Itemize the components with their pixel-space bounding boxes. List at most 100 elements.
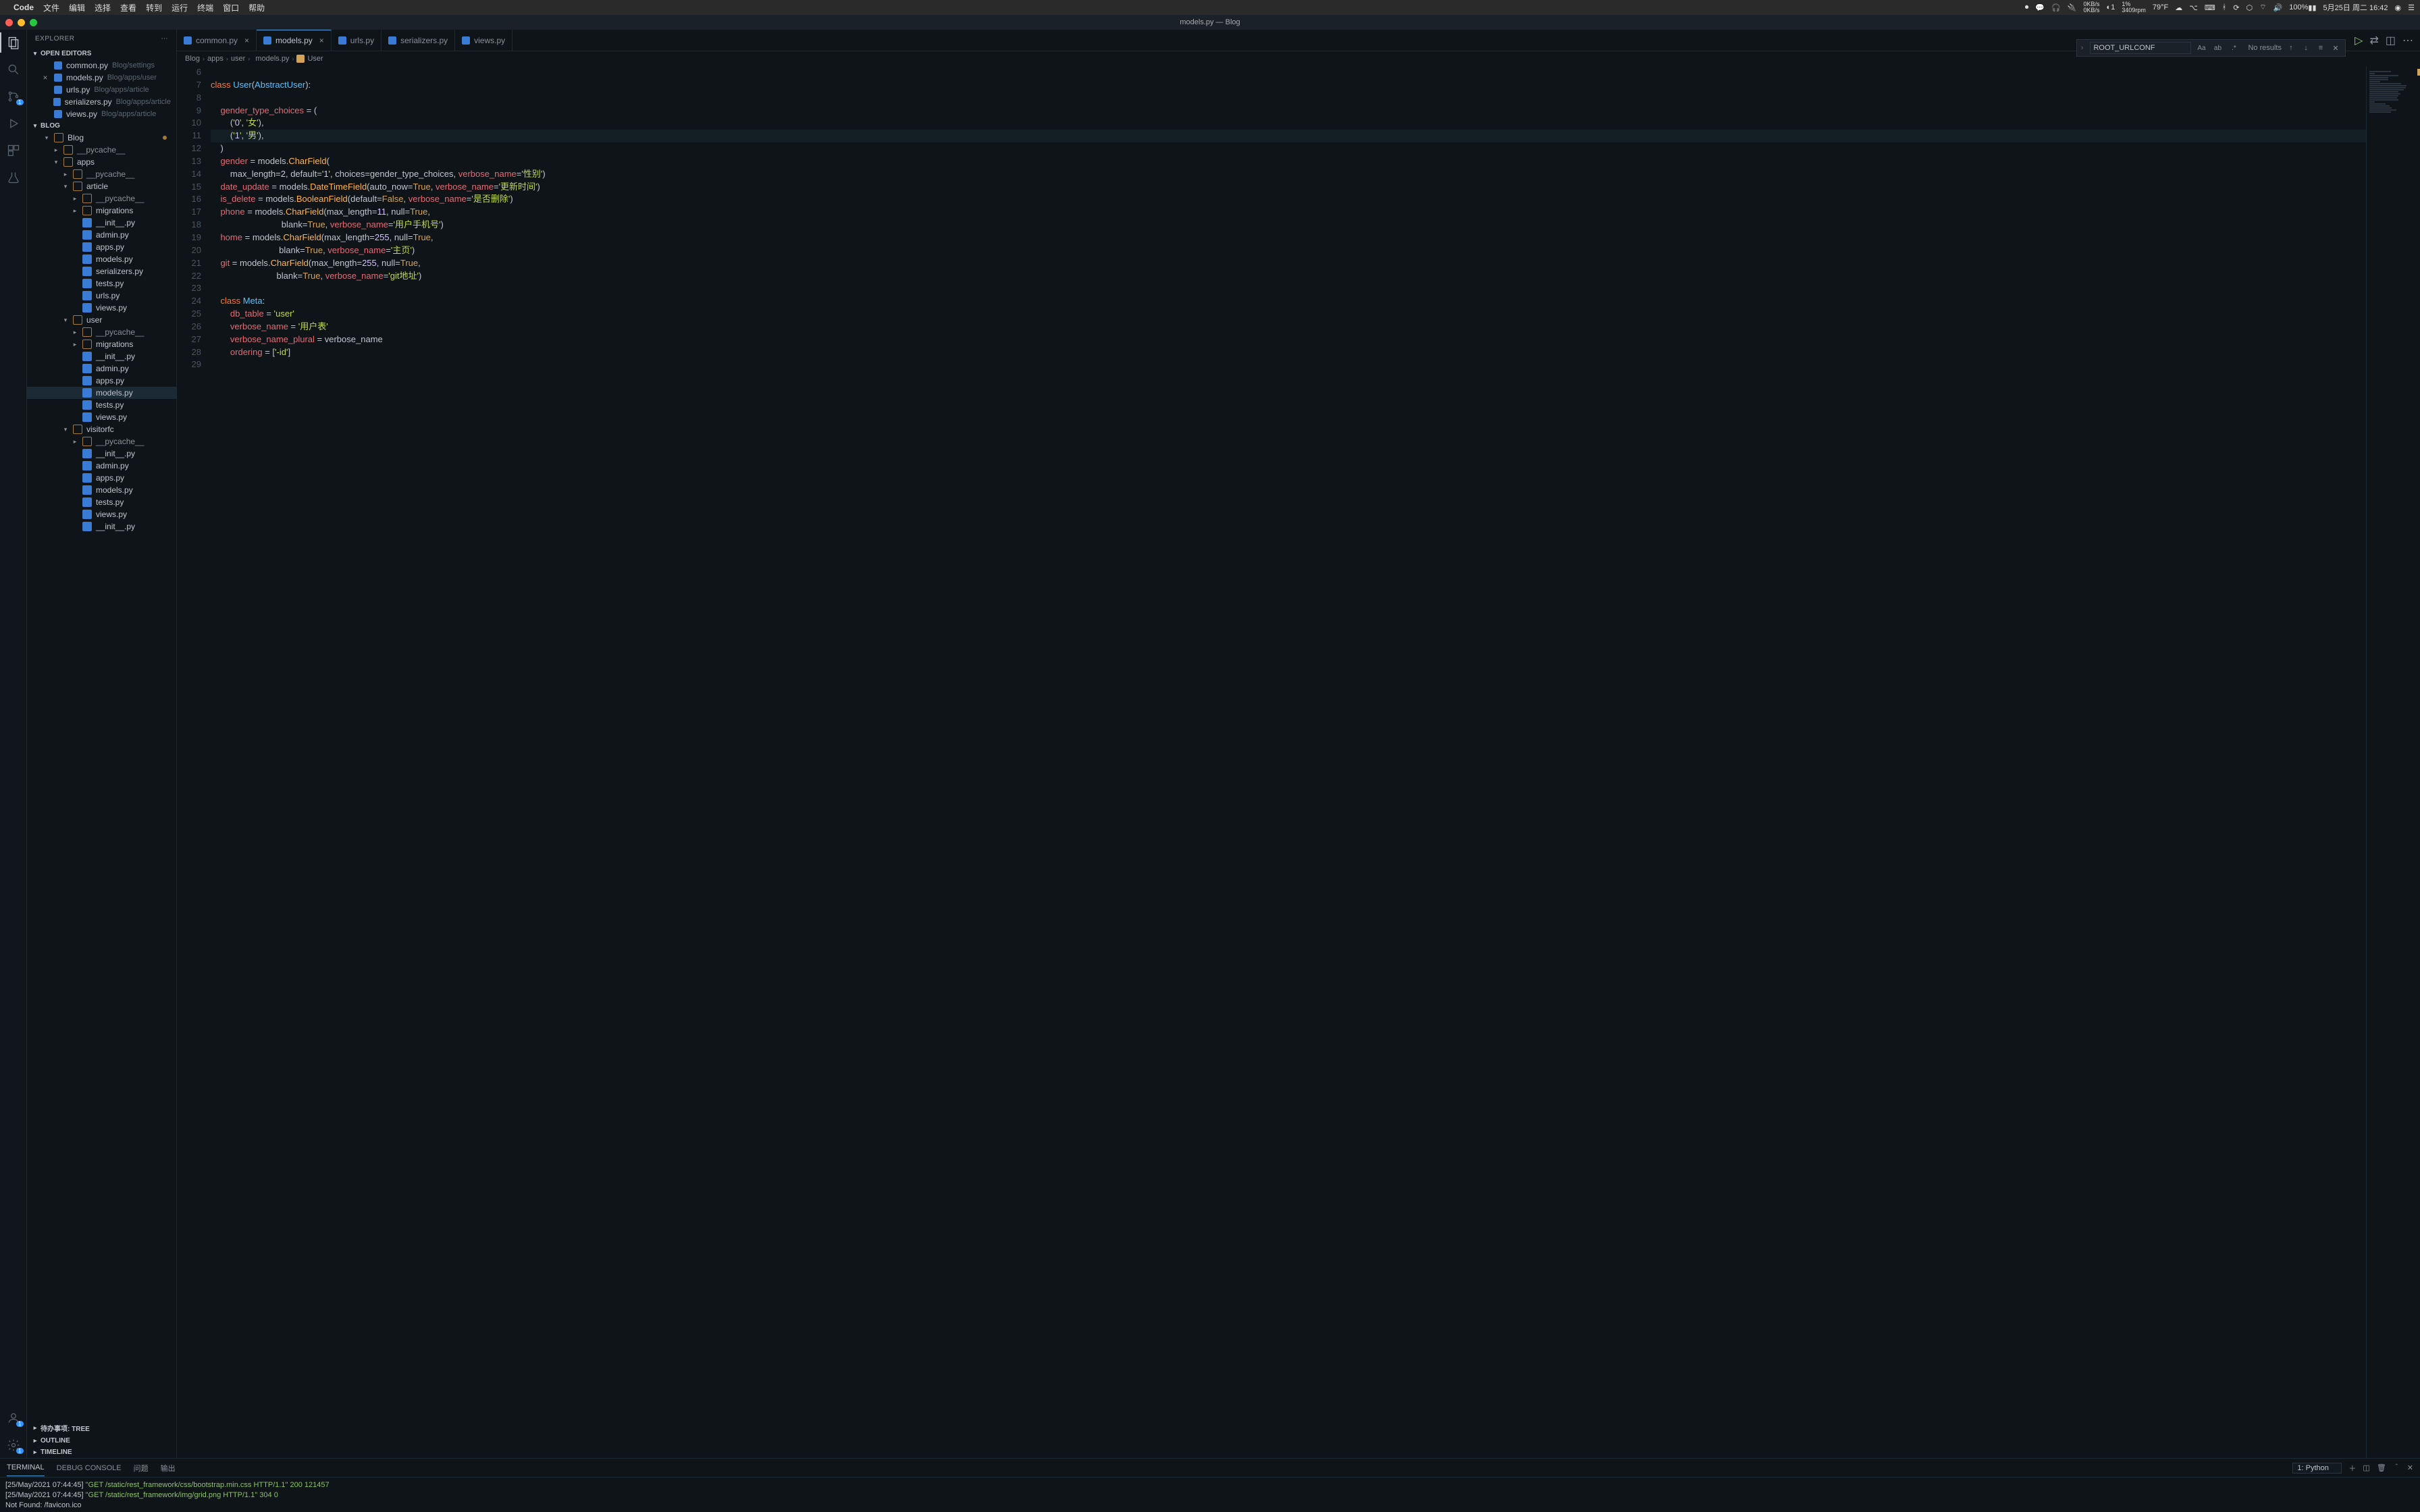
- tree-folder[interactable]: ▸__pycache__: [27, 168, 176, 180]
- tree-folder[interactable]: ▸__pycache__: [27, 144, 176, 156]
- activity-settings-icon[interactable]: 1: [6, 1438, 21, 1453]
- status-cloud-icon[interactable]: ☁: [2175, 3, 2182, 12]
- terminal-select[interactable]: 1: Python: [2292, 1463, 2342, 1474]
- breadcrumb-item[interactable]: user: [231, 55, 245, 63]
- panel-tab-problems[interactable]: 问题: [134, 1459, 149, 1478]
- tree-file[interactable]: __init__.py: [27, 350, 176, 362]
- maximize-panel-icon[interactable]: ＾: [2393, 1463, 2400, 1474]
- breadcrumb-item[interactable]: apps: [207, 55, 223, 63]
- kill-terminal-icon[interactable]: 🗑: [2377, 1463, 2386, 1472]
- status-record-icon[interactable]: ⏺: [2025, 3, 2029, 12]
- minimap[interactable]: [2366, 66, 2420, 1458]
- close-editor-icon[interactable]: ×: [41, 73, 50, 82]
- panel-tab-output[interactable]: 输出: [161, 1459, 176, 1478]
- status-volume-icon[interactable]: 🔊: [2273, 3, 2283, 12]
- panel-tab-terminal[interactable]: TERMINAL: [7, 1459, 45, 1476]
- tree-folder[interactable]: ▸migrations: [27, 338, 176, 350]
- tree-file[interactable]: urls.py: [27, 290, 176, 302]
- breadcrumb-item[interactable]: Blog: [185, 55, 200, 63]
- editor-tab[interactable]: common.py×: [177, 30, 257, 51]
- activity-search-icon[interactable]: [6, 62, 21, 77]
- menu-window[interactable]: 窗口: [223, 2, 239, 14]
- open-editor-item[interactable]: serializers.py Blog/apps/article: [27, 96, 176, 108]
- menu-selection[interactable]: 选择: [95, 2, 111, 14]
- tree-file[interactable]: apps.py: [27, 241, 176, 253]
- tree-file[interactable]: admin.py: [27, 229, 176, 241]
- menu-view[interactable]: 查看: [120, 2, 136, 14]
- menu-help[interactable]: 帮助: [248, 2, 265, 14]
- status-network[interactable]: 0KB/s 0KB/s: [2084, 1, 2100, 14]
- tree-file[interactable]: __init__.py: [27, 448, 176, 460]
- tree-file[interactable]: models.py: [27, 484, 176, 496]
- tree-folder[interactable]: ▾apps: [27, 156, 176, 168]
- status-cpu[interactable]: 1% 3409rpm: [2122, 1, 2146, 14]
- menu-go[interactable]: 转到: [146, 2, 162, 14]
- tree-file[interactable]: models.py: [27, 253, 176, 265]
- status-display-icon[interactable]: ⌥: [2189, 3, 2198, 12]
- find-whole-word[interactable]: ab: [2211, 42, 2224, 54]
- activity-explorer-icon[interactable]: [6, 35, 21, 50]
- panel-tab-debug-console[interactable]: DEBUG CONSOLE: [57, 1460, 122, 1476]
- find-widget[interactable]: › Aa ab .* No results ↑ ↓ ≡ ✕: [2076, 39, 2346, 57]
- activity-testing-icon[interactable]: [6, 170, 21, 185]
- tree-file[interactable]: __init__.py: [27, 217, 176, 229]
- traffic-fullscreen[interactable]: [30, 19, 37, 26]
- diff-icon[interactable]: ⇄: [2369, 34, 2378, 47]
- tree-file[interactable]: apps.py: [27, 472, 176, 484]
- tree-file[interactable]: __init__.py: [27, 520, 176, 533]
- folder-header[interactable]: ▾BLOG: [27, 120, 176, 132]
- breadcrumb-item[interactable]: models.py: [253, 55, 289, 63]
- run-icon[interactable]: ▷: [2355, 34, 2363, 47]
- open-editor-item[interactable]: urls.py Blog/apps/article: [27, 84, 176, 96]
- split-terminal-icon[interactable]: ◫: [2363, 1463, 2369, 1472]
- status-keyboard-icon[interactable]: ⌨: [2205, 3, 2215, 12]
- breadcrumb-symbol[interactable]: User: [296, 55, 323, 63]
- open-editors-header[interactable]: ▾OPEN EDITORS: [27, 48, 176, 59]
- activity-account-icon[interactable]: 1: [6, 1411, 21, 1426]
- close-panel-icon[interactable]: ✕: [2407, 1463, 2413, 1472]
- close-tab-icon[interactable]: ×: [319, 36, 324, 45]
- status-siri-icon[interactable]: ◉: [2395, 3, 2402, 12]
- activity-debug-icon[interactable]: [6, 116, 21, 131]
- open-editor-item[interactable]: views.py Blog/apps/article: [27, 108, 176, 120]
- find-selection-icon[interactable]: ≡: [2315, 44, 2326, 52]
- app-name-menu[interactable]: Code: [14, 3, 34, 12]
- status-cpu-badge[interactable]: ◐1: [2107, 3, 2115, 11]
- status-date[interactable]: 5月25日 周二 16:42: [2323, 2, 2388, 13]
- split-editor-icon[interactable]: ◫: [2386, 34, 2396, 47]
- status-plug-icon[interactable]: 🔌: [2068, 3, 2077, 12]
- find-next-icon[interactable]: ↓: [2300, 44, 2311, 52]
- menu-file[interactable]: 文件: [43, 2, 59, 14]
- tree-folder[interactable]: ▾article: [27, 180, 176, 192]
- menu-edit[interactable]: 编辑: [69, 2, 85, 14]
- find-prev-icon[interactable]: ↑: [2286, 44, 2296, 52]
- editor-tab[interactable]: serializers.py: [382, 30, 455, 51]
- tree-file[interactable]: views.py: [27, 411, 176, 423]
- status-bluetooth-icon[interactable]: ᚼ: [2222, 3, 2227, 11]
- find-input[interactable]: [2090, 42, 2191, 54]
- tree-folder[interactable]: ▸migrations: [27, 205, 176, 217]
- tree-file[interactable]: serializers.py: [27, 265, 176, 277]
- tree-folder[interactable]: ▾visitorfc: [27, 423, 176, 435]
- status-wifi-icon[interactable]: ⌔: [2259, 3, 2266, 12]
- tree-file[interactable]: views.py: [27, 508, 176, 520]
- status-wechat-icon[interactable]: 💬: [2035, 3, 2045, 12]
- new-terminal-icon[interactable]: ＋: [2348, 1463, 2356, 1474]
- status-spotlight-icon[interactable]: ⬡: [2246, 3, 2253, 12]
- tree-file[interactable]: admin.py: [27, 460, 176, 472]
- terminal-content[interactable]: [25/May/2021 07:44:45] "GET /static/rest…: [0, 1478, 2420, 1512]
- open-editor-item[interactable]: common.py Blog/settings: [27, 59, 176, 72]
- status-control-center-icon[interactable]: ☰: [2408, 3, 2415, 12]
- editor-tab[interactable]: models.py×: [257, 30, 332, 51]
- todo-tree-header[interactable]: ▸待办事项: TREE: [27, 1421, 176, 1435]
- traffic-close[interactable]: [5, 19, 13, 26]
- tree-file[interactable]: tests.py: [27, 496, 176, 508]
- find-match-case[interactable]: Aa: [2195, 42, 2207, 54]
- tree-folder[interactable]: ▾Blog: [27, 132, 176, 144]
- tree-file[interactable]: tests.py: [27, 277, 176, 290]
- tree-folder[interactable]: ▸__pycache__: [27, 435, 176, 448]
- status-battery[interactable]: 100% ▮▮: [2289, 3, 2316, 12]
- tree-file[interactable]: models.py: [27, 387, 176, 399]
- tree-file[interactable]: views.py: [27, 302, 176, 314]
- tree-file[interactable]: admin.py: [27, 362, 176, 375]
